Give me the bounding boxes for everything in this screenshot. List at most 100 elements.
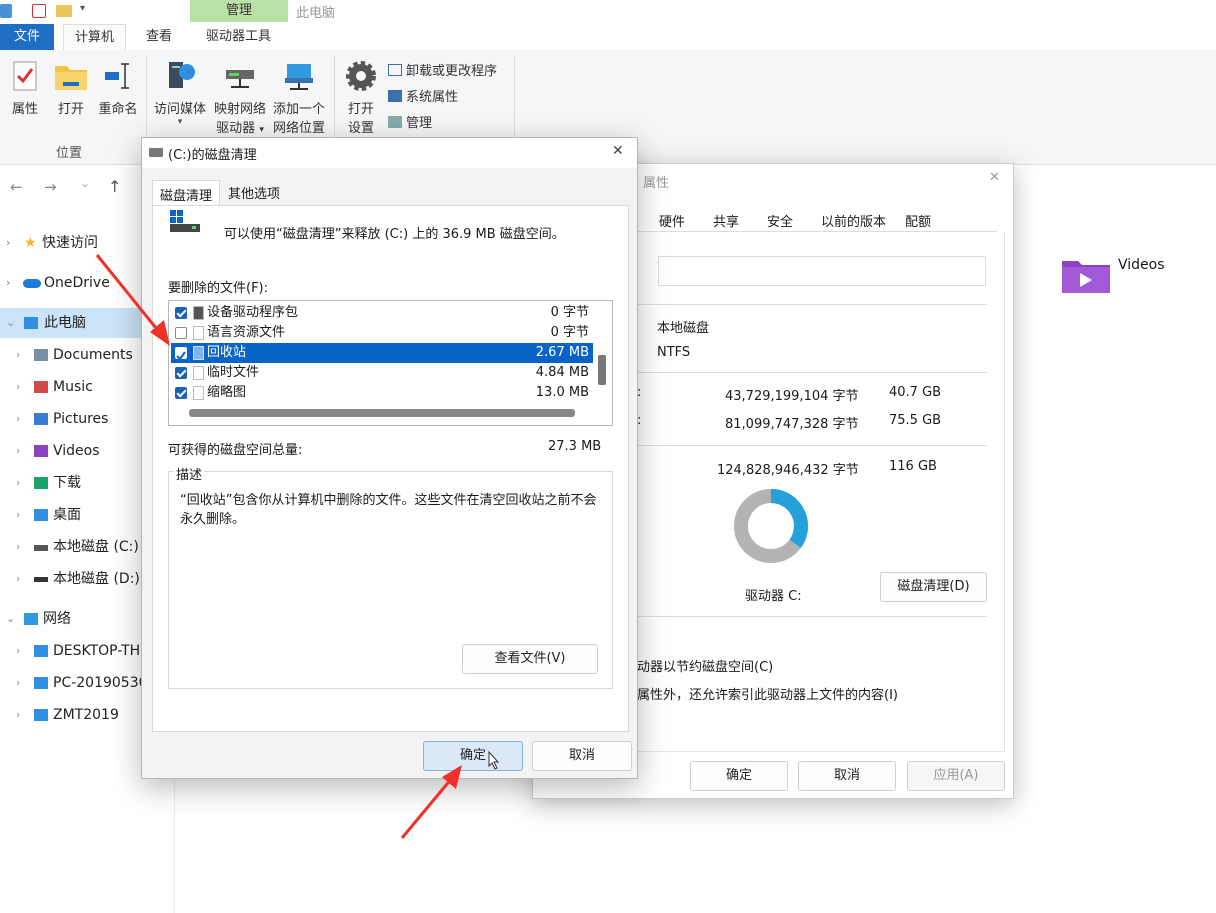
videos-folder-label: Videos: [1118, 257, 1165, 273]
compress-drive-checkbox-label[interactable]: 动器以节约磁盘空间(C): [637, 656, 773, 675]
expand-chevron-icon[interactable]: ›: [16, 404, 20, 434]
tab-computer[interactable]: 计算机: [63, 24, 127, 50]
expand-chevron-icon[interactable]: ›: [16, 340, 20, 370]
view-files-button[interactable]: 查看文件(V): [462, 644, 598, 674]
open-settings-button[interactable]: 打开 设置: [342, 60, 380, 136]
forward-icon[interactable]: →: [44, 178, 57, 196]
rename-icon: [105, 63, 129, 89]
sidebar-item-label: 此电脑: [44, 315, 86, 331]
sidebar-item-label: 本地磁盘 (D:): [53, 571, 140, 587]
manage-button[interactable]: 管理: [388, 112, 432, 131]
add-location-label-2: 网络位置: [272, 121, 325, 136]
file-system-value: NTFS: [657, 345, 691, 360]
back-icon[interactable]: ←: [10, 178, 23, 196]
tab-disk-cleanup[interactable]: 磁盘清理: [152, 180, 221, 206]
properties-tabs: 硬件 共享 安全 以前的版本 配额: [637, 204, 997, 232]
disk-usage-donut: [734, 489, 808, 563]
expand-chevron-icon[interactable]: ›: [6, 228, 10, 258]
properties-cancel-button[interactable]: 取消: [798, 761, 896, 791]
videos-folder[interactable]: Videos: [1060, 255, 1200, 300]
map-drive-label-2: 驱动器: [216, 121, 256, 136]
sidebar-item-label: OneDrive: [44, 275, 110, 291]
computer-icon: [34, 709, 48, 721]
system-properties-button[interactable]: 系统属性: [388, 86, 458, 105]
expand-chevron-icon[interactable]: ›: [16, 468, 20, 498]
new-folder-qat-icon[interactable]: [56, 5, 72, 17]
divider: [637, 304, 987, 305]
drive-type-value: 本地磁盘: [657, 321, 710, 336]
up-icon[interactable]: ↑: [108, 177, 121, 196]
drive-label-input[interactable]: [658, 256, 986, 286]
tab-previous-versions[interactable]: 以前的版本: [821, 211, 886, 230]
file-checkbox[interactable]: [175, 387, 187, 399]
properties-button[interactable]: 属性: [8, 60, 42, 117]
file-checkbox[interactable]: [175, 307, 187, 319]
list-item[interactable]: 设备驱动程序包 0 字节: [171, 303, 593, 323]
list-item[interactable]: 缩略图 13.0 MB: [171, 383, 593, 403]
vertical-scrollbar-thumb[interactable]: [598, 355, 606, 385]
expand-chevron-icon[interactable]: ›: [16, 700, 20, 730]
rename-label: 重命名: [98, 102, 138, 117]
expand-chevron-icon[interactable]: ›: [16, 532, 20, 562]
access-media-button[interactable]: 访问媒体 ▾: [151, 60, 209, 127]
horizontal-scrollbar[interactable]: [189, 409, 575, 417]
file-checkbox[interactable]: [175, 367, 187, 379]
file-checkbox[interactable]: [175, 347, 187, 361]
music-icon: [34, 381, 48, 393]
qat-dropdown-icon[interactable]: ▾: [80, 3, 85, 14]
tab-view[interactable]: 查看: [135, 24, 183, 50]
expand-chevron-icon[interactable]: ›: [16, 500, 20, 530]
drive-cleanup-icon: [170, 210, 200, 232]
file-checkbox[interactable]: [175, 327, 187, 339]
divider: [637, 616, 987, 617]
tab-quota[interactable]: 配额: [905, 211, 931, 230]
expand-chevron-icon[interactable]: ›: [16, 668, 20, 698]
disk-cleanup-button[interactable]: 磁盘清理(D): [880, 572, 987, 602]
tab-file[interactable]: 文件: [0, 24, 54, 50]
context-tab-manage[interactable]: 管理: [190, 0, 288, 22]
tab-drive-tools[interactable]: 驱动器工具: [195, 24, 282, 50]
expand-chevron-icon[interactable]: ›: [16, 564, 20, 594]
file-icon: [193, 366, 204, 380]
cleanup-ok-button[interactable]: 确定: [423, 741, 523, 771]
cleanup-cancel-button[interactable]: 取消: [532, 741, 632, 771]
tab-hardware[interactable]: 硬件: [659, 211, 685, 230]
files-to-delete-label: 要删除的文件(F):: [168, 281, 269, 296]
file-name: 回收站: [207, 345, 247, 360]
collapse-chevron-icon[interactable]: ⌄: [6, 604, 15, 634]
vertical-scrollbar[interactable]: [597, 303, 607, 403]
sidebar-item-label: 网络: [43, 611, 71, 627]
open-button[interactable]: 打开: [52, 60, 90, 117]
dialog-close-button[interactable]: ✕: [612, 143, 624, 159]
tab-security[interactable]: 安全: [767, 211, 793, 230]
expand-chevron-icon[interactable]: ›: [16, 636, 20, 666]
file-size: 2.67 MB: [535, 345, 589, 360]
properties-close-button[interactable]: ✕: [989, 170, 1000, 185]
uninstall-programs-button[interactable]: 卸载或更改程序: [388, 60, 497, 79]
uninstall-label: 卸载或更改程序: [406, 64, 498, 79]
sidebar-item-label: Videos: [53, 443, 100, 459]
history-dropdown-icon[interactable]: ⌄: [80, 176, 90, 190]
index-drive-checkbox-label[interactable]: 属性外，还允许索引此驱动器上文件的内容(I): [637, 684, 898, 703]
expand-chevron-icon[interactable]: ›: [6, 268, 10, 298]
expand-chevron-icon[interactable]: ›: [16, 436, 20, 466]
tab-more-options[interactable]: 其他选项: [228, 183, 280, 202]
free-space-bytes: 81,099,747,328 字节: [725, 417, 859, 432]
list-item[interactable]: 临时文件 4.84 MB: [171, 363, 593, 383]
drive-icon: [34, 577, 48, 582]
add-network-location-button[interactable]: 添加一个 网络位置: [270, 60, 328, 136]
sidebar-item-label: 桌面: [53, 507, 81, 523]
dialog-title: (C:)的磁盘清理: [168, 148, 257, 163]
list-item[interactable]: 语言资源文件 0 字节: [171, 323, 593, 343]
list-item-selected[interactable]: 回收站 2.67 MB: [171, 343, 593, 363]
documents-icon: [34, 349, 48, 361]
properties-ok-button[interactable]: 确定: [690, 761, 788, 791]
rename-button[interactable]: 重命名: [96, 60, 140, 117]
tab-sharing[interactable]: 共享: [713, 211, 739, 230]
collapse-chevron-icon[interactable]: ⌄: [6, 308, 15, 338]
expand-chevron-icon[interactable]: ›: [16, 372, 20, 402]
description-label: 描述: [174, 464, 205, 483]
properties-apply-button[interactable]: 应用(A): [907, 761, 1005, 791]
properties-qat-icon[interactable]: [32, 4, 46, 18]
map-network-drive-button[interactable]: 映射网络 驱动器 ▾: [211, 60, 269, 136]
